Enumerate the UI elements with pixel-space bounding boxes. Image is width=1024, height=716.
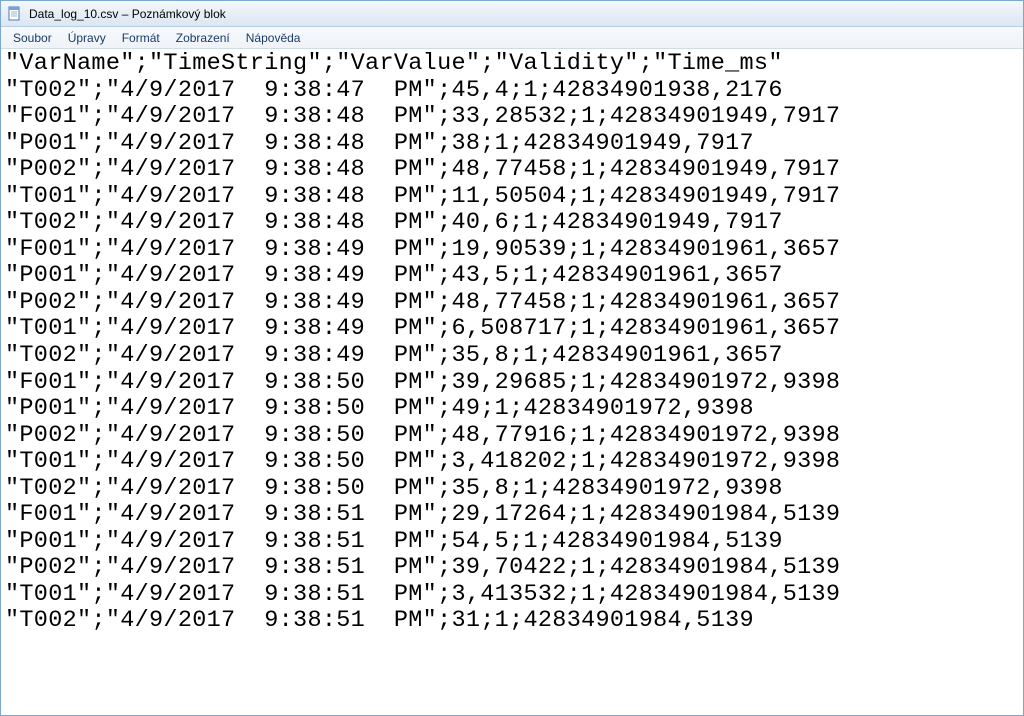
text-line: "T001";"4/9/2017 9:38:48 PM";11,50504;1;… [5, 184, 1019, 211]
text-line: "P001";"4/9/2017 9:38:50 PM";49;1;428349… [5, 396, 1019, 423]
window-title: Data_log_10.csv – Poznámkový blok [29, 7, 226, 21]
text-line: "P002";"4/9/2017 9:38:49 PM";48,77458;1;… [5, 290, 1019, 317]
text-line: "T002";"4/9/2017 9:38:49 PM";35,8;1;4283… [5, 343, 1019, 370]
menu-napoveda[interactable]: Nápověda [238, 29, 309, 47]
menu-upravy[interactable]: Úpravy [60, 29, 114, 47]
text-line: "T002";"4/9/2017 9:38:50 PM";35,8;1;4283… [5, 476, 1019, 503]
text-line: "F001";"4/9/2017 9:38:51 PM";29,17264;1;… [5, 502, 1019, 529]
text-line: "P002";"4/9/2017 9:38:51 PM";39,70422;1;… [5, 555, 1019, 582]
text-line: "T001";"4/9/2017 9:38:49 PM";6,508717;1;… [5, 316, 1019, 343]
menu-format[interactable]: Formát [114, 29, 168, 47]
text-line: "P002";"4/9/2017 9:38:50 PM";48,77916;1;… [5, 423, 1019, 450]
menubar: Soubor Úpravy Formát Zobrazení Nápověda [1, 27, 1023, 49]
text-line: "P001";"4/9/2017 9:38:49 PM";43,5;1;4283… [5, 263, 1019, 290]
text-area[interactable]: "VarName";"TimeString";"VarValue";"Valid… [1, 49, 1023, 715]
text-line: "VarName";"TimeString";"VarValue";"Valid… [5, 51, 1019, 78]
text-line: "T001";"4/9/2017 9:38:50 PM";3,418202;1;… [5, 449, 1019, 476]
text-line: "T002";"4/9/2017 9:38:48 PM";40,6;1;4283… [5, 210, 1019, 237]
text-line: "T002";"4/9/2017 9:38:51 PM";31;1;428349… [5, 608, 1019, 635]
menu-zobrazeni[interactable]: Zobrazení [168, 29, 238, 47]
text-line: "F001";"4/9/2017 9:38:50 PM";39,29685;1;… [5, 370, 1019, 397]
titlebar[interactable]: Data_log_10.csv – Poznámkový blok [1, 1, 1023, 27]
text-line: "T001";"4/9/2017 9:38:51 PM";3,413532;1;… [5, 582, 1019, 609]
menu-soubor[interactable]: Soubor [5, 29, 60, 47]
app-window: Data_log_10.csv – Poznámkový blok Soubor… [0, 0, 1024, 716]
notepad-icon [7, 6, 23, 22]
text-line: "P002";"4/9/2017 9:38:48 PM";48,77458;1;… [5, 157, 1019, 184]
text-line: "P001";"4/9/2017 9:38:51 PM";54,5;1;4283… [5, 529, 1019, 556]
text-line: "T002";"4/9/2017 9:38:47 PM";45,4;1;4283… [5, 78, 1019, 105]
text-line: "F001";"4/9/2017 9:38:48 PM";33,28532;1;… [5, 104, 1019, 131]
text-line: "F001";"4/9/2017 9:38:49 PM";19,90539;1;… [5, 237, 1019, 264]
text-line: "P001";"4/9/2017 9:38:48 PM";38;1;428349… [5, 131, 1019, 158]
